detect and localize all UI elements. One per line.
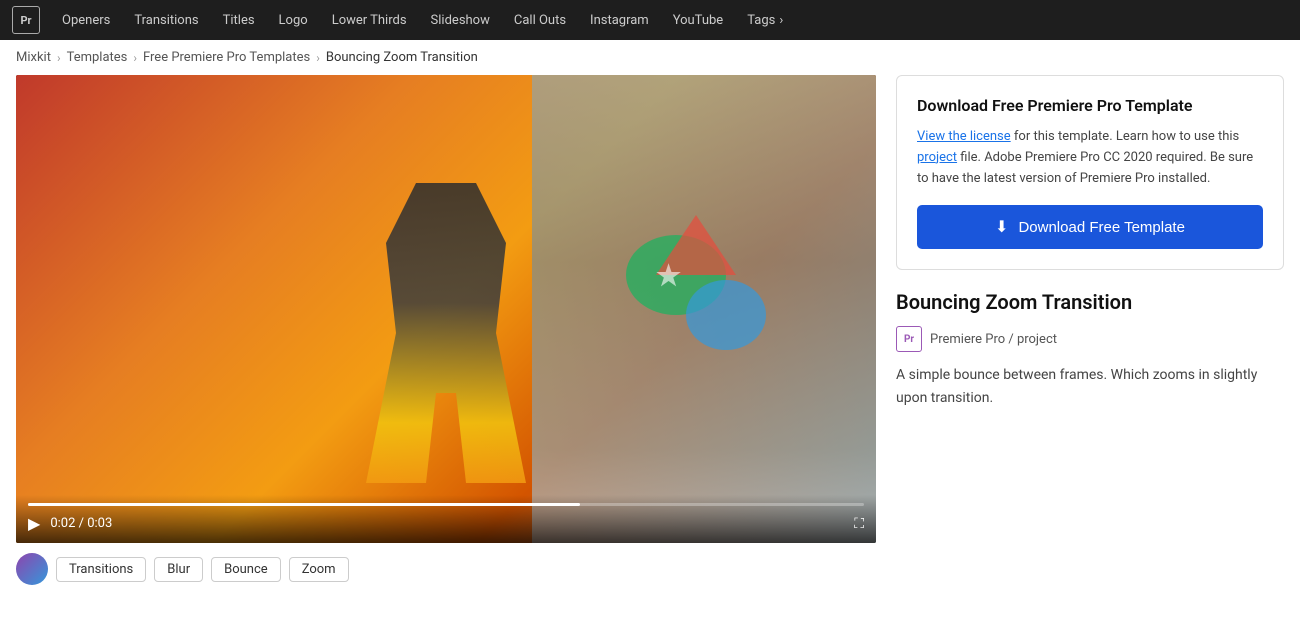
total-time: 0:03 bbox=[87, 516, 112, 531]
navigation: Pr Openers Transitions Titles Logo Lower… bbox=[0, 0, 1300, 40]
nav-item-transitions[interactable]: Transitions bbox=[124, 0, 208, 40]
controls-left: ▶ 0:02 / 0:03 bbox=[28, 514, 112, 533]
time-display: 0:02 / 0:03 bbox=[50, 516, 112, 531]
nav-item-slideshow[interactable]: Slideshow bbox=[421, 0, 500, 40]
project-link[interactable]: project bbox=[917, 150, 957, 165]
nav-item-openers[interactable]: Openers bbox=[52, 0, 120, 40]
tag-transitions[interactable]: Transitions bbox=[56, 557, 146, 582]
nav-item-logo[interactable]: Logo bbox=[269, 0, 318, 40]
controls-row: ▶ 0:02 / 0:03 ⛶ bbox=[28, 514, 864, 533]
product-description: A simple bounce between frames. Which zo… bbox=[896, 364, 1284, 409]
product-meta: Pr Premiere Pro / project bbox=[896, 326, 1284, 352]
tags-label: Tags bbox=[747, 13, 775, 28]
download-button[interactable]: ⬇ Download Free Template bbox=[917, 205, 1263, 249]
tag-zoom[interactable]: Zoom bbox=[289, 557, 349, 582]
current-time: 0:02 bbox=[50, 516, 75, 531]
download-card-title: Download Free Premiere Pro Template bbox=[917, 96, 1263, 115]
more-icon: › bbox=[779, 13, 783, 28]
nav-item-lower-thirds[interactable]: Lower Thirds bbox=[322, 0, 417, 40]
breadcrumb-free-templates[interactable]: Free Premiere Pro Templates bbox=[143, 50, 310, 65]
breadcrumb-sep-1: › bbox=[57, 51, 61, 65]
logo-label: Pr bbox=[20, 14, 31, 27]
download-button-label: Download Free Template bbox=[1018, 219, 1184, 236]
fullscreen-button[interactable]: ⛶ bbox=[854, 516, 864, 532]
breadcrumb-sep-3: › bbox=[316, 51, 320, 65]
product-info: Bouncing Zoom Transition Pr Premiere Pro… bbox=[896, 290, 1284, 409]
nav-item-call-outs[interactable]: Call Outs bbox=[504, 0, 576, 40]
product-title: Bouncing Zoom Transition bbox=[896, 290, 1284, 314]
nav-item-tags[interactable]: Tags › bbox=[737, 0, 793, 40]
graffiti-overlay: ★ bbox=[596, 195, 796, 395]
breadcrumb-sep-2: › bbox=[133, 51, 137, 65]
video-player[interactable]: ★ ▶ 0:02 / 0:03 ⛶ bbox=[16, 75, 876, 543]
download-icon: ⬇ bbox=[995, 217, 1008, 237]
tags-row: Transitions Blur Bounce Zoom bbox=[16, 543, 876, 585]
progress-fill bbox=[28, 503, 580, 506]
breadcrumb-templates[interactable]: Templates bbox=[67, 50, 128, 65]
tag-blur[interactable]: Blur bbox=[154, 557, 203, 582]
breadcrumb-current: Bouncing Zoom Transition bbox=[326, 50, 478, 65]
svg-text:★: ★ bbox=[656, 259, 681, 292]
play-button[interactable]: ▶ bbox=[28, 514, 40, 533]
nav-item-instagram[interactable]: Instagram bbox=[580, 0, 659, 40]
breadcrumb-mixkit[interactable]: Mixkit bbox=[16, 50, 51, 65]
product-meta-text: Premiere Pro / project bbox=[930, 332, 1057, 347]
video-section: ★ ▶ 0:02 / 0:03 ⛶ bbox=[16, 75, 876, 585]
avatar bbox=[16, 553, 48, 585]
pr-badge: Pr bbox=[896, 326, 922, 352]
desc-middle: for this template. Learn how to use this bbox=[1011, 129, 1240, 144]
main-layout: ★ ▶ 0:02 / 0:03 ⛶ bbox=[0, 75, 1300, 605]
desc-after: file. Adobe Premiere Pro CC 2020 require… bbox=[917, 150, 1253, 186]
nav-logo: Pr bbox=[12, 6, 40, 34]
nav-item-youtube[interactable]: YouTube bbox=[663, 0, 734, 40]
download-card: Download Free Premiere Pro Template View… bbox=[896, 75, 1284, 270]
breadcrumb: Mixkit › Templates › Free Premiere Pro T… bbox=[0, 40, 1300, 75]
view-license-link[interactable]: View the license bbox=[917, 129, 1011, 144]
tag-bounce[interactable]: Bounce bbox=[211, 557, 281, 582]
sidebar: Download Free Premiere Pro Template View… bbox=[896, 75, 1284, 409]
time-separator: / bbox=[79, 516, 88, 531]
download-card-description: View the license for this template. Lear… bbox=[917, 127, 1263, 189]
progress-bar[interactable] bbox=[28, 503, 864, 506]
video-controls: ▶ 0:02 / 0:03 ⛶ bbox=[16, 495, 876, 543]
nav-item-titles[interactable]: Titles bbox=[213, 0, 265, 40]
